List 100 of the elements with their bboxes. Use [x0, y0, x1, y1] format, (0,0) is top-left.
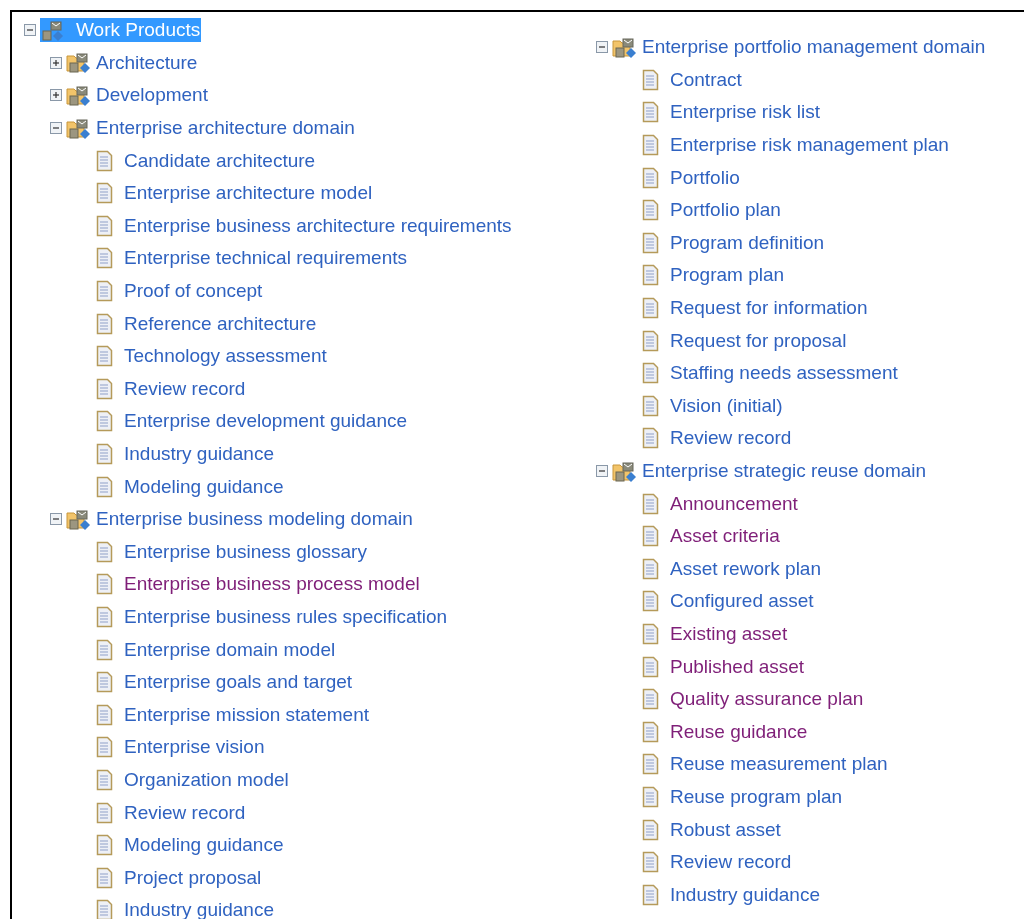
document-icon — [642, 785, 659, 808]
folder-icon — [612, 459, 636, 483]
tree-link[interactable]: Reuse measurement plan — [670, 752, 888, 777]
collapse-toggle[interactable] — [50, 513, 62, 526]
tree-link[interactable]: Program plan — [670, 263, 785, 288]
document-icon — [96, 768, 113, 791]
tree-link[interactable]: Candidate architecture — [124, 148, 316, 173]
document-icon — [642, 68, 659, 91]
tree-link[interactable]: Announcement — [670, 491, 798, 516]
tree-link[interactable]: Technology assessment — [124, 344, 327, 369]
document-icon — [642, 101, 659, 124]
document-icon — [96, 573, 113, 596]
folder-link[interactable]: Enterprise strategic reuse domain — [642, 459, 927, 483]
tree-link[interactable]: Request for information — [670, 296, 868, 321]
tree-link[interactable]: Enterprise risk list — [670, 100, 820, 125]
tree-link[interactable]: Quality assurance plan — [670, 687, 864, 712]
tree-link[interactable]: Staffing needs assessment — [670, 361, 898, 386]
tree-link[interactable]: Enterprise domain model — [124, 637, 336, 662]
collapse-toggle[interactable] — [24, 24, 36, 37]
tree-link[interactable]: Modeling guidance — [124, 833, 284, 858]
folder-link[interactable]: Architecture — [96, 50, 198, 75]
workspace-icon — [42, 18, 66, 42]
tree-link[interactable]: Reuse guidance — [670, 719, 808, 744]
tree-link[interactable]: Asset rework plan — [670, 556, 821, 581]
tree-link[interactable]: Vision (initial) — [670, 393, 783, 418]
folder-link[interactable]: Enterprise architecture domain — [96, 116, 355, 141]
expand-toggle[interactable] — [50, 89, 62, 102]
document-icon — [96, 280, 113, 303]
document-icon — [96, 214, 113, 237]
tree-link[interactable]: Enterprise vision — [124, 735, 265, 760]
tree-link[interactable]: Asset criteria — [670, 524, 780, 549]
tree-link[interactable]: Enterprise business process model — [124, 572, 420, 597]
tree-link[interactable]: Review record — [670, 426, 792, 451]
tree-link[interactable]: Enterprise goals and target — [124, 670, 353, 695]
document-icon — [96, 801, 113, 824]
document-icon — [96, 703, 113, 726]
document-icon — [96, 410, 113, 433]
tree-link[interactable]: Enterprise technical requirements — [124, 246, 408, 271]
folder-link[interactable]: Development — [96, 83, 208, 108]
tree-link[interactable]: Enterprise mission statement — [124, 702, 369, 727]
document-icon — [642, 427, 659, 450]
document-icon — [642, 231, 659, 254]
tree-link[interactable]: Enterprise business architecture requirements — [124, 213, 512, 238]
tree-link[interactable]: Robust asset — [670, 817, 781, 842]
tree-link[interactable]: Organization model — [124, 767, 289, 792]
tree-link[interactable]: Reuse program plan — [670, 784, 843, 809]
document-icon — [642, 166, 659, 189]
document-icon — [642, 264, 659, 287]
expand-toggle[interactable] — [50, 56, 62, 69]
tree-link[interactable]: Modeling guidance — [124, 474, 284, 499]
document-icon — [96, 866, 113, 889]
tree-link[interactable]: Review record — [124, 800, 246, 825]
document-icon — [642, 883, 659, 906]
tree-link[interactable]: Review record — [124, 376, 246, 401]
document-icon — [642, 394, 659, 417]
tree-link[interactable]: Enterprise business rules specification — [124, 605, 448, 629]
document-icon — [642, 297, 659, 320]
collapse-toggle[interactable] — [50, 122, 62, 135]
document-icon — [96, 899, 113, 919]
tree-link[interactable]: Portfolio plan — [670, 198, 781, 223]
document-icon — [96, 606, 113, 628]
document-icon — [642, 134, 659, 157]
document-icon — [96, 345, 113, 368]
document-icon — [642, 525, 659, 548]
document-icon — [96, 834, 113, 857]
document-icon — [642, 623, 659, 645]
folder-link[interactable]: Enterprise business modeling domain — [96, 507, 413, 532]
tree-link[interactable]: Contract — [670, 67, 742, 92]
document-icon — [642, 688, 659, 711]
document-icon — [642, 557, 659, 580]
folder-link[interactable]: Enterprise portfolio management domain — [642, 35, 986, 60]
folder-icon — [66, 116, 90, 140]
document-icon — [96, 247, 113, 270]
tree-link[interactable]: Enterprise risk management plan — [670, 133, 949, 158]
tree-link[interactable]: Existing asset — [670, 622, 788, 646]
tree-link[interactable]: Program definition — [670, 230, 825, 255]
document-icon — [642, 492, 659, 515]
tree-link[interactable]: Industry guidance — [124, 442, 274, 466]
tree-link[interactable]: Proof of concept — [124, 279, 263, 304]
folder-icon — [66, 507, 90, 531]
document-icon — [642, 199, 659, 222]
tree-link[interactable]: Enterprise business glossary — [124, 539, 367, 564]
tree-link[interactable]: Project proposal — [124, 865, 262, 890]
tree-link[interactable]: Reference architecture — [124, 311, 317, 336]
document-icon — [96, 377, 113, 400]
tree-link[interactable]: Review record — [670, 850, 792, 875]
document-icon — [642, 362, 659, 385]
tree-link[interactable]: Industry guidance — [670, 882, 820, 907]
document-icon — [642, 753, 659, 776]
tree-link[interactable]: Enterprise architecture model — [124, 181, 373, 206]
collapse-toggle[interactable] — [596, 41, 608, 54]
document-icon — [642, 590, 659, 613]
tree-link[interactable]: Configured asset — [670, 589, 814, 614]
document-icon — [96, 149, 113, 172]
collapse-toggle[interactable] — [596, 465, 608, 477]
tree-link[interactable]: Published asset — [670, 654, 805, 679]
document-icon — [96, 540, 113, 563]
tree-link[interactable]: Enterprise development guidance — [124, 409, 408, 434]
tree-link[interactable]: Request for proposal — [670, 328, 847, 353]
tree-link[interactable]: Portfolio — [670, 165, 740, 190]
